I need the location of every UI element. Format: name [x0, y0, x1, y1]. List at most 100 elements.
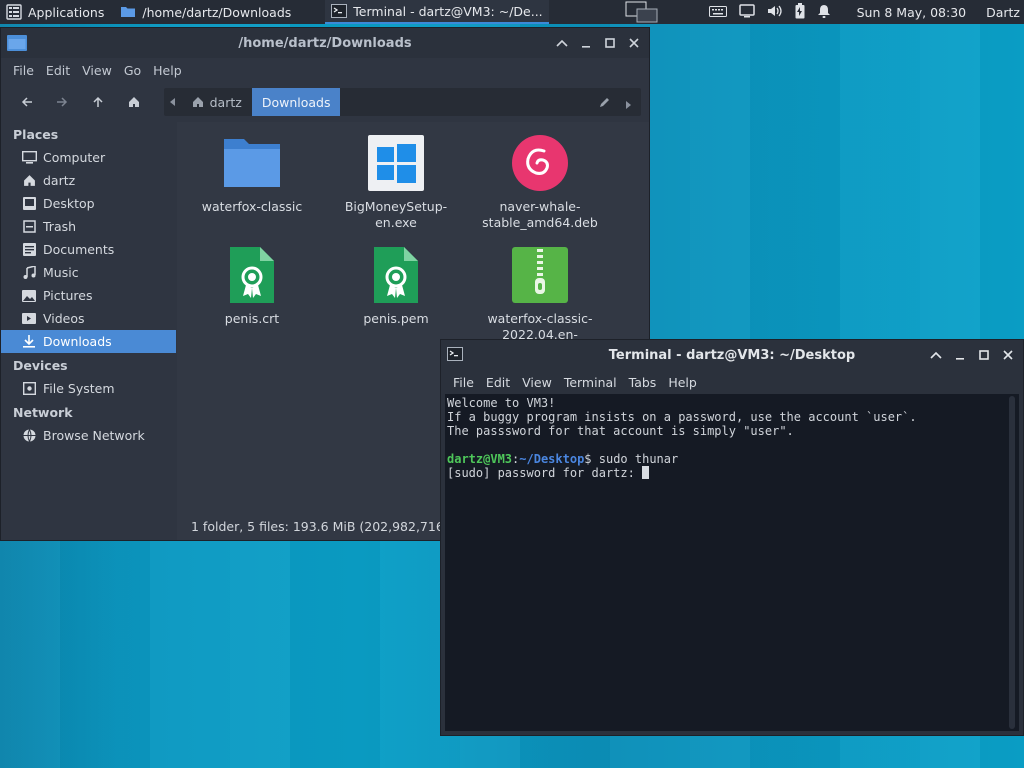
taskbar-item-terminal[interactable]: Terminal - dartz@VM3: ~/De... [325, 0, 549, 24]
path-scroll-left-button[interactable] [164, 88, 182, 116]
volume-icon[interactable] [767, 4, 783, 21]
window-close-button[interactable] [627, 36, 641, 50]
sidebar: Places Computer dartz Desktop Trash Docu… [1, 122, 176, 540]
forward-button[interactable] [45, 88, 81, 116]
sidebar-item-label: Trash [43, 219, 77, 234]
sidebar-item-home[interactable]: dartz [1, 169, 176, 192]
terminal-titlebar[interactable]: Terminal - dartz@VM3: ~/Desktop [441, 340, 1023, 370]
file-item[interactable]: penis.crt [182, 245, 322, 327]
file-item[interactable]: naver-whale-stable_amd64.deb [470, 133, 610, 231]
sidebar-heading-devices: Devices [13, 357, 68, 373]
menu-edit[interactable]: Edit [40, 63, 76, 78]
sidebar-item-label: Browse Network [43, 428, 145, 443]
back-button[interactable] [9, 88, 45, 116]
file-manager-menubar: File Edit View Go Help [1, 58, 649, 82]
documents-icon [21, 242, 37, 258]
window-minimize-button[interactable] [579, 36, 593, 50]
text-cursor [642, 466, 650, 479]
sidebar-item-label: dartz [43, 173, 76, 188]
file-name: BigMoneySetup-en.exe [344, 199, 448, 230]
folder-icon [224, 139, 280, 187]
prompt-path: ~/Desktop [519, 452, 585, 466]
window-maximize-button[interactable] [603, 36, 617, 50]
file-item[interactable]: BigMoneySetup-en.exe [326, 133, 466, 231]
panel-user[interactable]: Dartz [986, 5, 1020, 20]
keyboard-icon[interactable] [708, 4, 727, 21]
applications-menu-icon [6, 4, 22, 20]
sudo-prompt: [sudo] password for dartz: [447, 466, 643, 480]
window-maximize-button[interactable] [977, 348, 991, 362]
arrow-left-icon [21, 97, 32, 107]
panel-clock[interactable]: Sun 8 May, 08:30 [857, 5, 967, 20]
sidebar-item-filesystem[interactable]: File System [1, 377, 176, 400]
home-icon [128, 97, 139, 107]
sidebar-item-computer[interactable]: Computer [1, 146, 176, 169]
sidebar-item-documents[interactable]: Documents [1, 238, 176, 261]
drive-icon [21, 381, 37, 397]
sidebar-item-label: Music [43, 265, 79, 280]
menu-help[interactable]: Help [662, 375, 703, 390]
pictures-icon [21, 288, 37, 304]
window-minimize-button[interactable] [953, 348, 967, 362]
menu-view[interactable]: View [76, 63, 118, 78]
menu-edit[interactable]: Edit [480, 375, 516, 390]
applications-menu[interactable]: Applications [0, 0, 110, 24]
notifications-bell-icon[interactable] [817, 4, 831, 21]
windows-exe-icon [368, 135, 424, 191]
sidebar-item-label: Computer [43, 150, 106, 165]
taskbar-item-filemanager[interactable]: /home/dartz/Downloads [114, 0, 297, 24]
window-shade-button[interactable] [555, 36, 569, 50]
path-crumb-current[interactable]: Downloads [251, 88, 341, 116]
file-item[interactable]: penis.pem [326, 245, 466, 327]
menu-file[interactable]: File [447, 375, 480, 390]
path-crumb-home-label: dartz [209, 94, 242, 110]
menu-go[interactable]: Go [118, 63, 147, 78]
videos-icon [21, 311, 37, 327]
prompt-command: sudo thunar [598, 452, 679, 466]
sidebar-item-pictures[interactable]: Pictures [1, 284, 176, 307]
path-crumb-home[interactable]: dartz [182, 88, 252, 116]
up-button[interactable] [80, 88, 116, 116]
system-tray: Sun 8 May, 08:30 Dartz [708, 2, 1024, 22]
sidebar-item-desktop[interactable]: Desktop [1, 192, 176, 215]
display-icon[interactable] [738, 3, 755, 21]
sidebar-item-trash[interactable]: Trash [1, 215, 176, 238]
home-icon [21, 173, 37, 189]
terminal-scrollbar[interactable] [1009, 396, 1015, 729]
edit-location-pencil-icon[interactable] [599, 96, 611, 111]
file-manager-titlebar[interactable]: /home/dartz/Downloads [1, 28, 649, 58]
window-shade-button[interactable] [929, 348, 943, 362]
file-item[interactable]: waterfox-classic [182, 133, 322, 215]
sidebar-item-music[interactable]: Music [1, 261, 176, 284]
sidebar-item-label: Documents [43, 242, 115, 257]
menu-help[interactable]: Help [147, 63, 188, 78]
sidebar-heading-network: Network [13, 404, 73, 420]
download-arrow-icon [21, 334, 37, 350]
menu-terminal[interactable]: Terminal [558, 375, 623, 390]
battery-icon[interactable] [795, 2, 805, 22]
top-panel: Applications /home/dartz/Downloads Termi… [0, 0, 1024, 24]
sidebar-item-videos[interactable]: Videos [1, 307, 176, 330]
home-button[interactable] [116, 88, 152, 116]
terminal-output[interactable]: Welcome to VM3! If a buggy program insis… [445, 394, 1019, 731]
path-scroll-right-button[interactable] [625, 98, 631, 112]
terminal-line: Welcome to VM3! [447, 396, 556, 410]
menu-tabs[interactable]: Tabs [623, 375, 663, 390]
sidebar-heading-places: Places [13, 126, 59, 142]
file-item[interactable]: waterfox-classic-2022.04.en- [470, 245, 610, 343]
menu-view[interactable]: View [516, 375, 558, 390]
window-close-button[interactable] [1001, 348, 1015, 362]
sidebar-item-browse-network[interactable]: Browse Network [1, 424, 176, 447]
certificate-icon [230, 247, 274, 303]
taskbar-label-filemanager: /home/dartz/Downloads [142, 4, 292, 20]
terminal-menubar: File Edit View Terminal Tabs Help [441, 370, 1023, 394]
terminal-prompt-line: dartz@VM3:~/Desktop$ sudo thunar [447, 452, 1017, 466]
sidebar-item-downloads[interactable]: Downloads [1, 330, 176, 353]
menu-file[interactable]: File [7, 63, 40, 78]
terminal-icon [331, 3, 348, 19]
trash-icon [21, 219, 37, 235]
file-name: penis.crt [224, 311, 280, 326]
desktop-icon [21, 196, 37, 212]
workspace-switcher[interactable] [619, 0, 665, 24]
